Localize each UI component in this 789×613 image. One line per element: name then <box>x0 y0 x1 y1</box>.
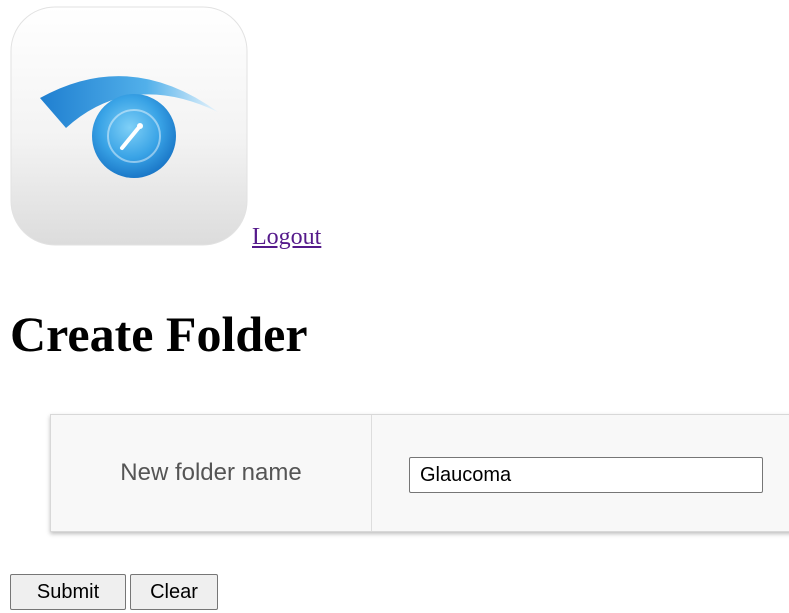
folder-name-label: New folder name <box>120 459 302 486</box>
folder-name-input[interactable] <box>409 457 763 493</box>
clear-button[interactable]: Clear <box>130 574 218 610</box>
page-title: Create Folder <box>10 306 308 362</box>
app-logo <box>10 6 248 246</box>
submit-button[interactable]: Submit <box>10 574 126 610</box>
form-divider <box>371 415 372 531</box>
create-folder-form: New folder name <box>50 414 789 532</box>
eye-app-icon <box>10 6 248 246</box>
logout-link[interactable]: Logout <box>252 224 321 250</box>
